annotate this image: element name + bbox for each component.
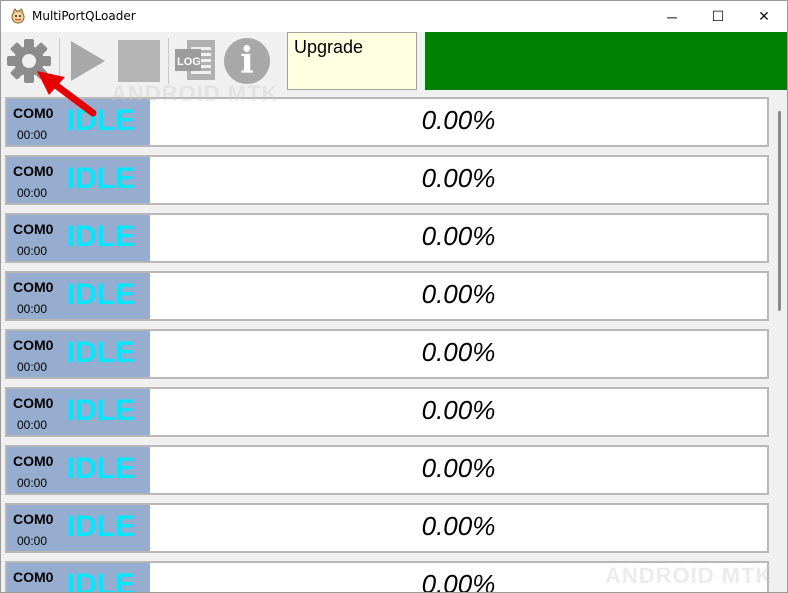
toolbar-separator [168, 38, 169, 84]
port-name: COM0 [13, 395, 54, 411]
port-info-cell: COM0 00:00 IDLE [7, 447, 150, 493]
elapsed-time: 00:00 [17, 360, 48, 374]
progress-percent: 0.00% [421, 163, 496, 193]
annotation-arrow-icon [37, 71, 97, 117]
elapsed-time: 00:00 [17, 186, 48, 200]
vertical-scrollbar[interactable] [772, 95, 787, 592]
port-name: COM0 [13, 337, 54, 353]
port-info-cell: COM0 00:00 IDLE [7, 273, 150, 319]
maximize-icon: ☐ [711, 8, 725, 24]
progress-percent: 0.00% [421, 511, 496, 541]
progress-percent: 0.00% [421, 279, 496, 309]
port-state: IDLE [67, 162, 136, 195]
elapsed-time: 00:00 [17, 418, 48, 432]
title-bar[interactable]: MultiPortQLoader ─ ☐ ✕ [1, 1, 787, 32]
port-state: IDLE [67, 394, 136, 427]
app-logo-icon [11, 8, 25, 24]
port-row[interactable]: COM0 00:00 IDLE 0.00% [5, 503, 769, 553]
elapsed-time: 00:00 [17, 534, 48, 548]
port-name: COM0 [13, 163, 54, 179]
port-state: IDLE [67, 278, 136, 311]
close-icon: ✕ [758, 8, 770, 24]
upgrade-label: Upgrade [294, 37, 364, 57]
port-row[interactable]: COM0 00:00 IDLE 0.00% [5, 445, 769, 495]
port-row[interactable]: COM0 00:00 IDLE 0.00% [5, 387, 769, 437]
elapsed-time: 00:00 [17, 476, 48, 490]
scrollbar-thumb[interactable] [778, 111, 781, 311]
port-row[interactable]: COM0 00:00 IDLE 0.00% [5, 155, 769, 205]
close-button[interactable]: ✕ [741, 1, 787, 32]
elapsed-time: 00:00 [17, 302, 48, 316]
port-info-cell: COM0 00:00 IDLE [7, 331, 150, 377]
info-icon-glyph: i [240, 40, 254, 82]
port-state: IDLE [67, 220, 136, 253]
stop-icon [118, 40, 160, 82]
port-state: IDLE [67, 568, 136, 592]
port-info-cell: COM0 00:00 IDLE [7, 389, 150, 435]
watermark: ANDROID MTK [605, 563, 773, 588]
progress-percent: 0.00% [421, 453, 496, 483]
port-name: COM0 [13, 511, 54, 527]
port-name: COM0 [13, 569, 54, 585]
minimize-icon: ─ [667, 8, 677, 25]
progress-percent: 0.00% [421, 105, 496, 135]
log-icon-label: LOG [177, 56, 201, 68]
progress-percent: 0.00% [421, 395, 496, 425]
app-window: MultiPortQLoader ─ ☐ ✕ LOG i Upgrade COM… [0, 0, 788, 593]
port-info-cell: COM0 00:00 IDLE [7, 505, 150, 551]
watermark: ANDROID MTK [111, 81, 279, 106]
log-button[interactable]: LOG [172, 34, 218, 88]
port-name: COM0 [13, 221, 54, 237]
upgrade-box[interactable]: Upgrade [287, 32, 417, 90]
port-info-cell: COM0 00:00 IDLE [7, 157, 150, 203]
elapsed-time: 00:00 [17, 244, 48, 258]
port-row[interactable]: COM0 00:00 IDLE 0.00% [5, 329, 769, 379]
window-title: MultiPortQLoader [32, 9, 136, 23]
port-state: IDLE [67, 510, 136, 543]
port-state: IDLE [67, 452, 136, 485]
port-list: COM0 00:00 IDLE 0.00% COM0 00:00 IDLE 0.00% COM0… [3, 95, 771, 592]
status-indicator-bar [425, 32, 787, 90]
maximize-button[interactable]: ☐ [695, 1, 741, 32]
elapsed-time: 00:00 [17, 128, 48, 142]
stop-button[interactable] [115, 34, 163, 88]
minimize-button[interactable]: ─ [649, 1, 695, 32]
port-name: COM0 [13, 453, 54, 469]
port-name: COM0 [13, 279, 54, 295]
port-info-cell: COM000:00IDLE [7, 563, 150, 592]
port-state: IDLE [67, 336, 136, 369]
info-button[interactable]: i [221, 34, 273, 88]
progress-percent: 0.00% [421, 221, 496, 251]
port-row[interactable]: COM0 00:00 IDLE 0.00% [5, 271, 769, 321]
port-row[interactable]: COM0 00:00 IDLE 0.00% [5, 213, 769, 263]
port-info-cell: COM0 00:00 IDLE [7, 215, 150, 261]
progress-percent: 0.00% [421, 337, 496, 367]
